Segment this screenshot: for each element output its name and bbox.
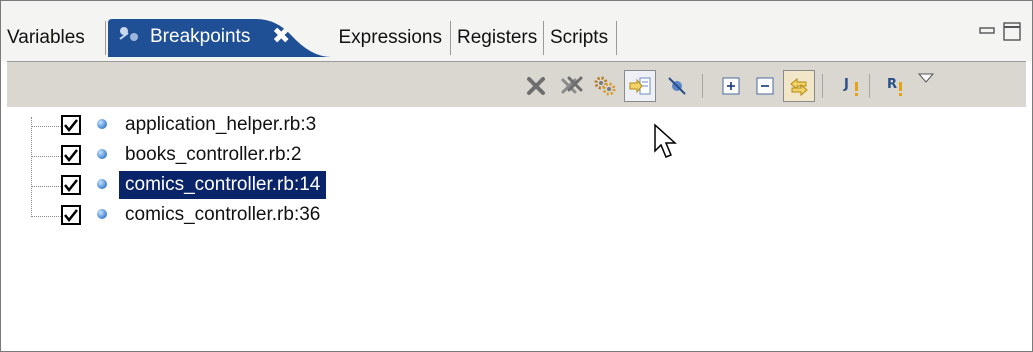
svg-text:R: R [887,77,897,92]
breakpoint-row[interactable]: books_controller.rb:2 [7,141,607,171]
breakpoint-label: comics_controller.rb:36 [125,204,321,225]
tab-label: Expressions [338,27,443,48]
ruby-exception-breakpoint-icon[interactable]: R [883,72,911,100]
breakpoint-icon [97,179,107,189]
svg-text:J: J [843,77,849,92]
mouse-pointer-icon [653,123,683,166]
breakpoint-checkbox[interactable] [61,175,81,195]
tree-connector [31,186,61,187]
breakpoint-row[interactable]: application_helper.rb:3 [7,111,607,141]
breakpoint-icon [97,149,107,159]
tree-connector [31,126,61,127]
breakpoint-icon [97,209,107,219]
go-to-file-icon[interactable] [624,70,656,102]
java-exception-breakpoint-icon[interactable]: J [839,72,867,100]
show-supported-breakpoints-icon[interactable] [591,72,619,100]
breakpoint-label: comics_controller.rb:14 [119,171,327,199]
breakpoint-checkbox[interactable] [61,115,81,135]
breakpoints-tree: application_helper.rb:3 books_controller… [7,107,1026,351]
tab-expressions[interactable]: Expressions [331,21,451,55]
tab-label: Registers [457,27,538,48]
close-tab-icon[interactable]: ✖ [272,23,290,49]
collapse-all-icon[interactable] [751,72,779,100]
tab-label: Variables [7,27,85,48]
tab-label: Breakpoints [150,26,251,47]
breakpoint-label: books_controller.rb:2 [125,144,302,165]
tab-label: Scripts [550,27,609,48]
minimize-icon[interactable] [979,27,995,34]
breakpoint-row[interactable]: comics_controller.rb:36 [7,201,607,231]
tree-connector [31,156,61,157]
breakpoint-icon [97,119,107,129]
breakpoint-label: application_helper.rb:3 [125,114,317,135]
breakpoint-row[interactable]: comics_controller.rb:14 [7,171,607,201]
breakpoints-toolbar: J R [7,61,1026,108]
toolbar-separator [822,74,823,98]
link-with-debug-view-icon[interactable] [783,70,815,102]
skip-all-breakpoints-icon[interactable] [663,72,691,100]
tree-connector [31,216,61,217]
view-menu-icon[interactable] [912,64,940,92]
tab-breakpoints[interactable]: Breakpoints ✖ [106,17,331,57]
breakpoint-checkbox[interactable] [61,205,81,225]
toolbar-separator [702,74,703,98]
window-controls [978,21,1026,43]
maximize-icon[interactable] [1003,22,1021,41]
tab-scripts[interactable]: Scripts [544,21,617,55]
remove-breakpoint-icon[interactable] [522,72,550,100]
remove-all-breakpoints-icon[interactable] [557,72,585,100]
expand-all-icon[interactable] [717,72,745,100]
toolbar-separator [869,74,870,98]
tab-variables[interactable]: Variables [1,21,106,55]
tab-registers[interactable]: Registers [451,21,544,55]
breakpoints-view: Variables Breakpoints ✖ Expressions Regi… [0,0,1033,352]
breakpoint-checkbox[interactable] [61,145,81,165]
tab-bar: Variables Breakpoints ✖ Expressions Regi… [1,7,1032,61]
